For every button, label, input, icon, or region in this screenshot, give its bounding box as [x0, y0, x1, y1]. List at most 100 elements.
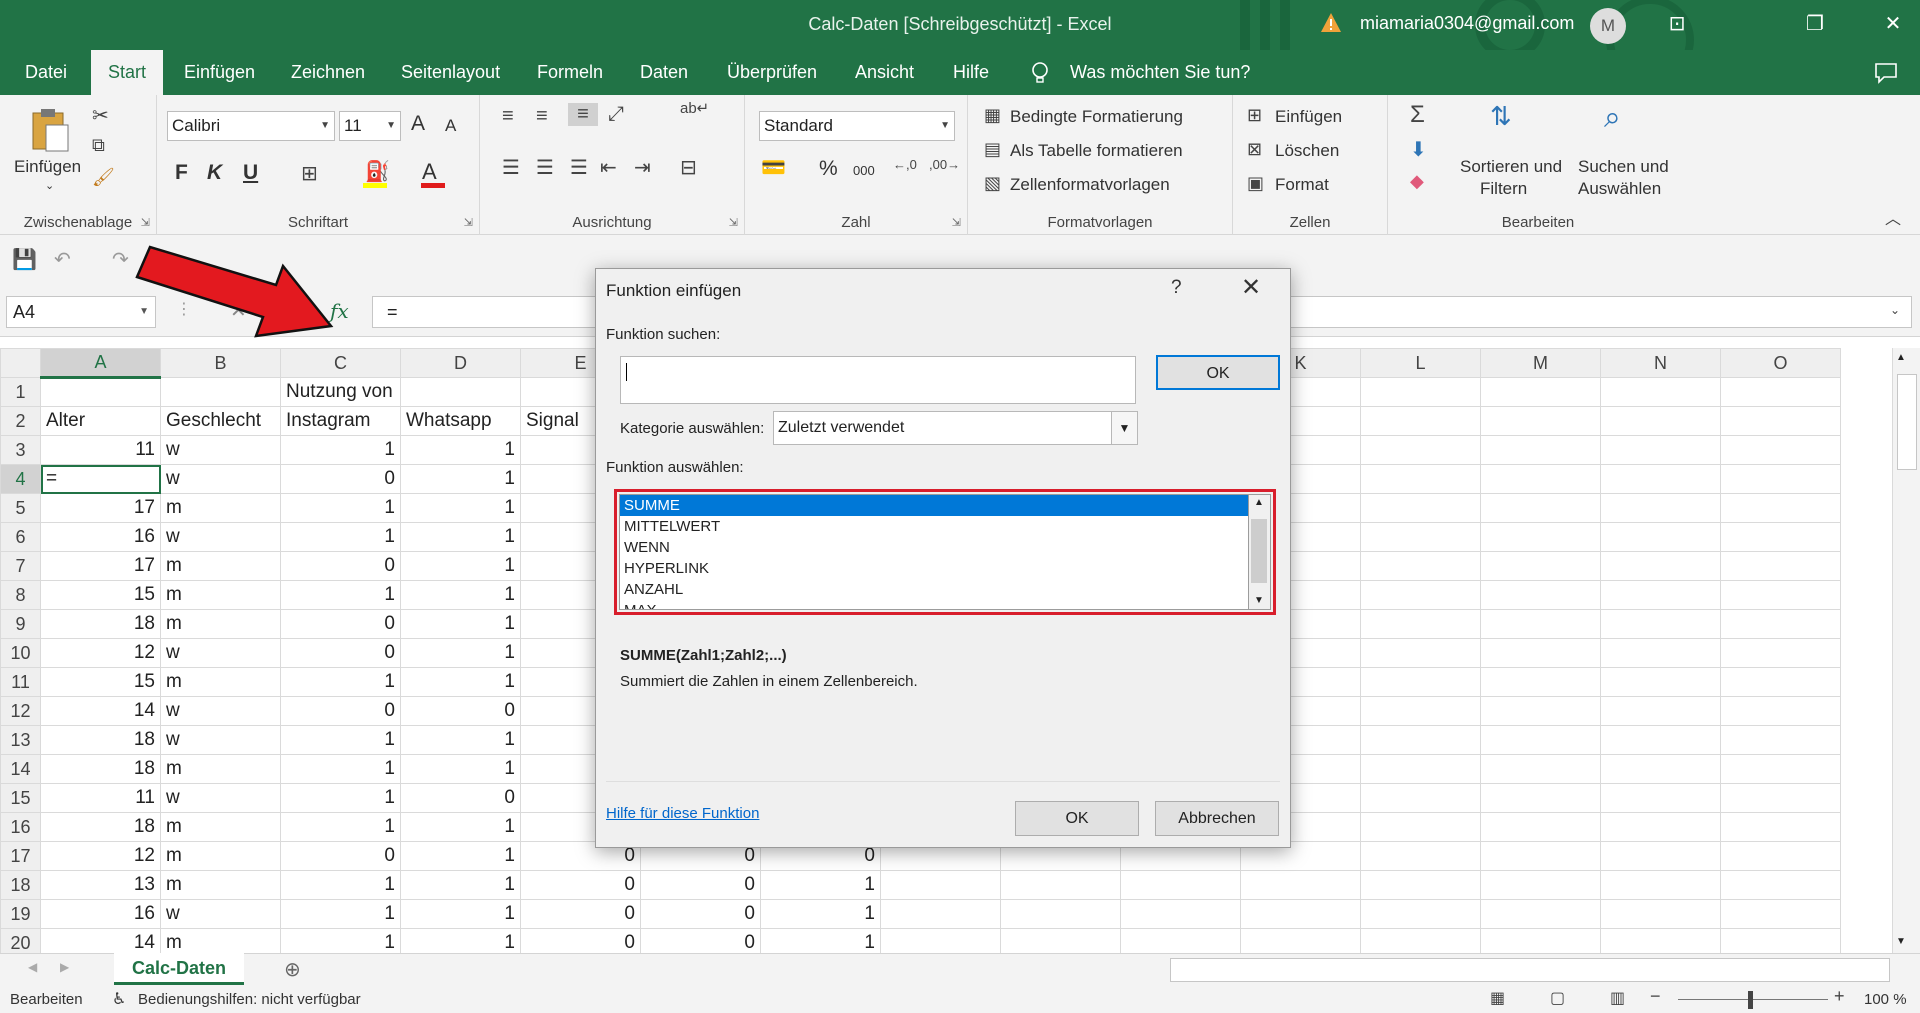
row-header[interactable]: 16 [0, 812, 41, 842]
cell-B3[interactable]: w [160, 435, 281, 465]
cell-M19[interactable] [1480, 899, 1601, 929]
cell-M13[interactable] [1480, 725, 1601, 755]
row-header[interactable]: 5 [0, 493, 41, 523]
cell-B1[interactable] [160, 377, 281, 407]
cell-O8[interactable] [1720, 580, 1841, 610]
cell-L20[interactable] [1360, 928, 1481, 953]
cell-O12[interactable] [1720, 696, 1841, 726]
fill-color-icon[interactable]: ⛽ [365, 159, 390, 184]
increase-indent-icon[interactable]: ⇥ [634, 155, 651, 180]
cell-A2[interactable]: Alter [40, 406, 161, 436]
cell-A10[interactable]: 12 [40, 638, 161, 668]
cell-L5[interactable] [1360, 493, 1481, 523]
scroll-down-icon[interactable]: ▼ [1254, 595, 1264, 606]
tab-view[interactable]: Ansicht [847, 50, 922, 95]
paste-dropdown-icon[interactable]: ⌄ [45, 179, 54, 192]
cell-H18[interactable] [880, 870, 1001, 900]
cell-C4[interactable]: 0 [280, 464, 401, 494]
row-header[interactable]: 2 [0, 406, 41, 436]
cell-D7[interactable]: 1 [400, 551, 521, 581]
accounting-format-icon[interactable]: 💳 [761, 155, 786, 180]
cell-N4[interactable] [1600, 464, 1721, 494]
shrink-font-button[interactable]: A [445, 116, 456, 136]
cell-D20[interactable]: 1 [400, 928, 521, 953]
cell-C11[interactable]: 1 [280, 667, 401, 697]
zoom-in-icon[interactable]: + [1834, 986, 1845, 1007]
cell-C1[interactable]: Nutzung von [280, 377, 401, 407]
collapse-ribbon-icon[interactable]: ︿ [1885, 205, 1901, 229]
tab-data[interactable]: Daten [632, 50, 696, 95]
cell-D18[interactable]: 1 [400, 870, 521, 900]
align-left-icon[interactable]: ☰ [502, 155, 520, 180]
redo-icon[interactable]: ↷ [112, 247, 129, 272]
cell-L12[interactable] [1360, 696, 1481, 726]
cell-C3[interactable]: 1 [280, 435, 401, 465]
function-list-item[interactable]: HYPERLINK [620, 558, 1248, 579]
function-list-item[interactable]: ANZAHL [620, 579, 1248, 600]
scroll-up-icon[interactable]: ▲ [1254, 497, 1264, 508]
find-select-button-line1[interactable]: Suchen und [1578, 157, 1669, 177]
cell-M16[interactable] [1480, 812, 1601, 842]
cell-C5[interactable]: 1 [280, 493, 401, 523]
dialog-launcher-icon[interactable]: ⇲ [952, 216, 961, 229]
cell-M7[interactable] [1480, 551, 1601, 581]
cell-E18[interactable]: 0 [520, 870, 641, 900]
cell-B6[interactable]: w [160, 522, 281, 552]
row-header[interactable]: 11 [0, 667, 41, 697]
cell-M5[interactable] [1480, 493, 1601, 523]
cell-C6[interactable]: 1 [280, 522, 401, 552]
cell-A19[interactable]: 16 [40, 899, 161, 929]
cell-N15[interactable] [1600, 783, 1721, 813]
scroll-up-icon[interactable]: ▲ [1896, 352, 1906, 363]
cell-L14[interactable] [1360, 754, 1481, 784]
cell-B10[interactable]: w [160, 638, 281, 668]
function-help-link[interactable]: Hilfe für diese Funktion [606, 805, 759, 822]
bold-button[interactable]: F [175, 161, 188, 185]
underline-button[interactable]: U [243, 161, 258, 185]
cell-B12[interactable]: w [160, 696, 281, 726]
cell-C15[interactable]: 1 [280, 783, 401, 813]
cell-A9[interactable]: 18 [40, 609, 161, 639]
cell-M17[interactable] [1480, 841, 1601, 871]
cell-L2[interactable] [1360, 406, 1481, 436]
cell-L1[interactable] [1360, 377, 1481, 407]
row-header[interactable]: 18 [0, 870, 41, 900]
column-header[interactable]: C [280, 348, 401, 378]
cell-O6[interactable] [1720, 522, 1841, 552]
cell-H20[interactable] [880, 928, 1001, 953]
italic-button[interactable]: K [207, 161, 222, 185]
cell-A7[interactable]: 17 [40, 551, 161, 581]
fill-icon[interactable]: ⬇ [1410, 137, 1427, 162]
row-header[interactable]: 4 [0, 464, 41, 494]
vertical-scrollbar[interactable]: ▲ ▼ [1892, 348, 1920, 953]
cell-O2[interactable] [1720, 406, 1841, 436]
warning-icon[interactable] [1320, 12, 1342, 34]
cell-C19[interactable]: 1 [280, 899, 401, 929]
cell-J18[interactable] [1120, 870, 1241, 900]
cell-A20[interactable]: 14 [40, 928, 161, 953]
cell-M8[interactable] [1480, 580, 1601, 610]
close-icon[interactable]: ✕ [1241, 273, 1261, 302]
cell-G19[interactable]: 1 [760, 899, 881, 929]
cell-N10[interactable] [1600, 638, 1721, 668]
avatar[interactable]: M [1590, 8, 1626, 44]
cell-D16[interactable]: 1 [400, 812, 521, 842]
column-header[interactable]: O [1720, 348, 1841, 378]
comma-style-button[interactable]: 000 [853, 163, 875, 178]
cell-M1[interactable] [1480, 377, 1601, 407]
tab-help[interactable]: Hilfe [945, 50, 997, 95]
cell-O20[interactable] [1720, 928, 1841, 953]
cell-L3[interactable] [1360, 435, 1481, 465]
decrease-decimal-icon[interactable]: ,00→ [929, 157, 960, 172]
normal-view-icon[interactable]: ▦ [1490, 988, 1505, 1008]
cell-L19[interactable] [1360, 899, 1481, 929]
row-header[interactable]: 17 [0, 841, 41, 871]
zoom-level[interactable]: 100 % [1864, 991, 1907, 1008]
cancel-button[interactable]: Abbrechen [1155, 801, 1279, 836]
cell-L9[interactable] [1360, 609, 1481, 639]
cell-I19[interactable] [1000, 899, 1121, 929]
column-header[interactable]: L [1360, 348, 1481, 378]
cell-N16[interactable] [1600, 812, 1721, 842]
cell-J19[interactable] [1120, 899, 1241, 929]
cell-B16[interactable]: m [160, 812, 281, 842]
